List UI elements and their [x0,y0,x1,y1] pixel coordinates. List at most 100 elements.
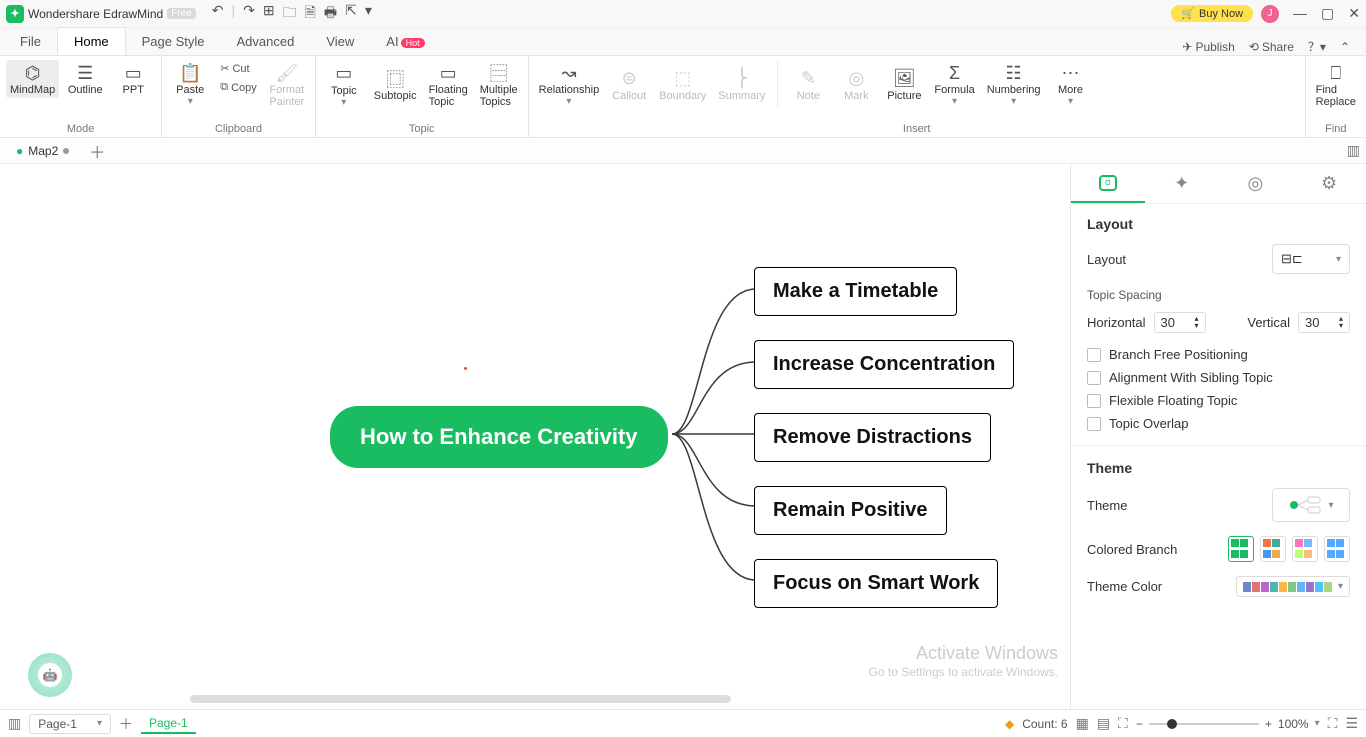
boundary-button[interactable]: ⬚Boundary [655,60,710,109]
user-avatar[interactable]: J [1261,5,1279,23]
zoom-slider[interactable] [1149,723,1259,725]
side-panel-tabs: ▫ ✦ ◎ ⚙ [1071,164,1366,204]
hot-badge: Hot [401,38,425,48]
doc-tab-icon: ● [16,144,23,158]
topic-overlap-checkbox[interactable]: Topic Overlap [1087,416,1350,431]
horizontal-scrollbar[interactable] [190,695,1010,705]
canvas[interactable]: How to Enhance Creativity Make a Timetab… [0,164,1070,709]
maximize-button[interactable]: ▢ [1321,5,1334,22]
count-icon: ◆ [1005,717,1014,731]
add-tab-button[interactable]: ＋ [83,139,111,163]
buy-now-button[interactable]: 🛒Buy Now [1171,5,1253,22]
branch-style-3[interactable] [1292,536,1318,562]
menu-home[interactable]: Home [57,27,126,55]
panel-toggle-icon[interactable]: ▥ [1347,142,1360,159]
branch-free-checkbox[interactable]: Branch Free Positioning [1087,347,1350,362]
pages-panel-icon[interactable]: ▥ [8,715,21,732]
formula-button[interactable]: ΣFormula▾ [930,60,978,109]
page-select[interactable]: Page-1▾ [29,714,111,734]
ai-assistant-fab[interactable]: 🤖 [28,653,72,697]
print-icon[interactable]: 🖶 [324,2,337,26]
numbering-button[interactable]: ☷Numbering▾ [983,60,1045,109]
mindmap-button[interactable]: ⌬MindMap [6,60,59,98]
help-button[interactable]: ？▾ [1308,38,1326,55]
scrollbar-thumb[interactable] [190,695,731,703]
reading-mode-icon[interactable]: ☰ [1345,715,1358,732]
spinner-arrows[interactable]: ▴▾ [1195,316,1199,329]
horizontal-label: Horizontal [1087,315,1146,330]
flexible-floating-checkbox[interactable]: Flexible Floating Topic [1087,393,1350,408]
add-page-button[interactable]: ＋ [119,714,133,734]
find-replace-button[interactable]: ⎕Find Replace [1312,60,1360,110]
floating-topic-button[interactable]: ▭Floating Topic [425,60,472,110]
outline-button[interactable]: ☰Outline [63,60,107,98]
side-tab-ai[interactable]: ✦ [1145,164,1219,203]
new-icon[interactable]: ⊞ [263,2,275,26]
topic-button[interactable]: ▭Topic▾ [322,60,366,110]
branch-style-2[interactable] [1260,536,1286,562]
collapse-ribbon-icon[interactable]: ⌃ [1340,40,1350,54]
theme-color-select[interactable]: ▾ [1236,576,1350,597]
document-tab[interactable]: ● Map2 [6,140,79,162]
multiple-topics-button[interactable]: ⿳Multiple Topics [476,60,522,110]
ribbon-group-topic: ▭Topic▾ ⿴Subtopic ▭Floating Topic ⿳Multi… [316,56,529,137]
side-tab-mark[interactable]: ◎ [1219,164,1293,203]
layout-thumb-icon: ⊟⊏ [1281,251,1303,267]
branch-style-4[interactable] [1324,536,1350,562]
zoom-knob[interactable] [1167,719,1177,729]
child-topic-3[interactable]: Remain Positive [754,486,947,535]
branch-style-1[interactable] [1228,536,1254,562]
mark-button[interactable]: ◎Mark [834,60,878,109]
format-painter-button[interactable]: 🖌Format Painter [265,60,309,110]
minimize-button[interactable]: — [1293,5,1307,22]
redo-icon[interactable]: ↷ [243,2,255,26]
menu-view[interactable]: View [310,28,370,55]
dropdown-icon[interactable]: ▾ [365,2,372,26]
side-tab-layout[interactable]: ▫ [1071,164,1145,203]
zoom-in-button[interactable]: + [1265,717,1272,731]
copy-button[interactable]: ⧉Copy [216,79,261,96]
export-icon[interactable]: ⇱ [345,2,357,26]
publish-button[interactable]: ✈Publish [1182,40,1234,54]
child-topic-0[interactable]: Make a Timetable [754,267,957,316]
child-topic-4[interactable]: Focus on Smart Work [754,559,998,608]
vertical-spacing-input[interactable]: 30▴▾ [1298,312,1350,333]
theme-label: Theme [1087,498,1127,513]
open-icon[interactable]: 🗀 [283,2,297,26]
subtopic-button[interactable]: ⿴Subtopic [370,60,421,110]
spinner-arrows[interactable]: ▴▾ [1339,316,1343,329]
menu-ai[interactable]: AIHot [370,28,440,55]
paste-button[interactable]: 📋Paste▾ [168,60,212,109]
menu-file[interactable]: File [4,28,57,55]
callout-button[interactable]: ⊜Callout [607,60,651,109]
share-button[interactable]: ⟲Share [1249,40,1294,54]
horizontal-spacing-input[interactable]: 30▴▾ [1154,312,1206,333]
cut-button[interactable]: ✂Cut [216,60,261,77]
more-button[interactable]: ⋯More▾ [1049,60,1093,109]
topic-count: Count: 6 [1022,717,1067,731]
page-tab[interactable]: Page-1 [141,714,196,734]
view-mode-1-icon[interactable]: ▦ [1076,715,1089,732]
picture-button[interactable]: 🖼Picture [882,60,926,109]
align-sibling-checkbox[interactable]: Alignment With Sibling Topic [1087,370,1350,385]
layout-select[interactable]: ⊟⊏▾ [1272,244,1350,274]
ppt-button[interactable]: ▭PPT [111,60,155,98]
relationship-button[interactable]: ↝Relationship▾ [535,60,604,109]
layout-label: Layout [1087,252,1126,267]
undo-icon[interactable]: ↶ [212,2,224,26]
child-topic-2[interactable]: Remove Distractions [754,413,991,462]
theme-select[interactable]: ▾ [1272,488,1350,522]
side-tab-settings[interactable]: ⚙ [1292,164,1366,203]
menu-page-style[interactable]: Page Style [126,28,221,55]
save-icon[interactable]: 🗎 [305,2,316,26]
fullscreen-icon[interactable]: ⛶ [1328,715,1338,732]
note-button[interactable]: ✎Note [786,60,830,109]
central-topic[interactable]: How to Enhance Creativity [330,406,668,468]
view-mode-2-icon[interactable]: ▤ [1097,715,1110,732]
fit-page-icon[interactable]: ⛶ [1118,715,1128,732]
child-topic-1[interactable]: Increase Concentration [754,340,1014,389]
zoom-out-button[interactable]: − [1136,717,1143,731]
menu-advanced[interactable]: Advanced [221,28,311,55]
summary-button[interactable]: ⎬Summary [714,60,769,109]
close-button[interactable]: ✕ [1348,5,1360,22]
